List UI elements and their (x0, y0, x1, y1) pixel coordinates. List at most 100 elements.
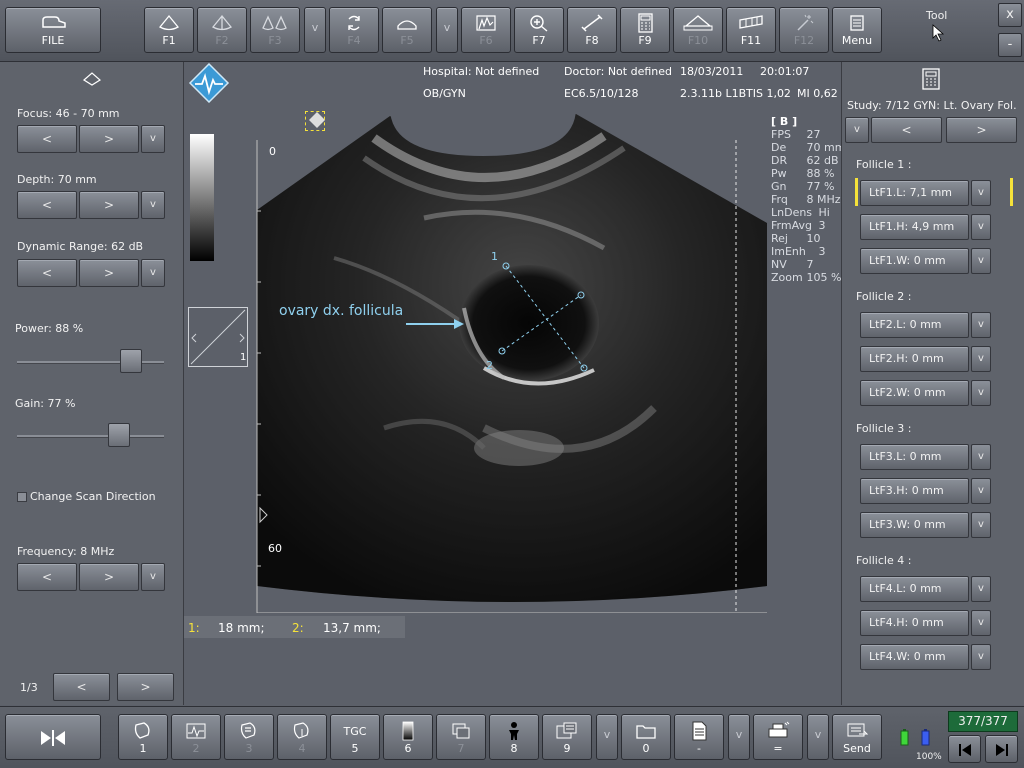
power-slider-knob[interactable] (120, 349, 142, 373)
minimize-button[interactable]: - (998, 33, 1022, 57)
f7-button[interactable]: F7 (514, 7, 564, 53)
f3-options-button[interactable]: v (304, 7, 326, 53)
param-row: LnDens Hi (771, 206, 845, 219)
dynrange-next-button[interactable]: > (79, 259, 139, 287)
cursor-icon[interactable] (931, 24, 945, 45)
follicle-4-length-options[interactable]: v (971, 576, 991, 602)
date-info: 18/03/2011 (680, 65, 744, 78)
study-next-button[interactable]: > (946, 117, 1017, 143)
f2-button[interactable]: F2 (197, 7, 247, 53)
depth-next-button[interactable]: > (79, 191, 139, 219)
follicle-3-height-options[interactable]: v (971, 478, 991, 504)
dynrange-prev-button[interactable]: < (17, 259, 77, 287)
bottom-0-button[interactable]: 0 (621, 714, 671, 760)
follicle-4-width-options[interactable]: v (971, 644, 991, 670)
dynrange-options-button[interactable]: v (141, 259, 165, 287)
bottom-4-button[interactable]: 4 (277, 714, 327, 760)
change-direction-checkbox[interactable] (17, 492, 27, 502)
study-options-button[interactable]: v (845, 117, 869, 143)
bottom-8-button[interactable]: 8 (489, 714, 539, 760)
ultrasound-viewport[interactable] (184, 108, 840, 614)
bottom-report-options-button[interactable]: v (728, 714, 750, 760)
page-prev-button[interactable]: < (53, 673, 110, 701)
page-next-button[interactable]: > (117, 673, 174, 701)
focus-next-button[interactable]: > (79, 125, 139, 153)
cine-last-button[interactable] (985, 735, 1018, 763)
send-button[interactable]: Send (832, 714, 882, 760)
follicle-2-length-options[interactable]: v (971, 312, 991, 338)
f1-button[interactable]: F1 (144, 7, 194, 53)
follicle-1-height-options[interactable]: v (971, 214, 991, 240)
study-prev-button[interactable]: < (871, 117, 942, 143)
bottom-7-button[interactable]: 7 (436, 714, 486, 760)
menu-label: Menu (841, 34, 873, 47)
close-button[interactable]: x (998, 3, 1022, 27)
follicle-2-height-button[interactable]: LtF2.H: 0 mm (860, 346, 969, 372)
bottom-9-options-button[interactable]: v (596, 714, 618, 760)
follicle-3-length-button[interactable]: LtF3.L: 0 mm (860, 444, 969, 470)
menu-button[interactable]: Menu (832, 7, 882, 53)
f3-button[interactable]: F3 (250, 7, 300, 53)
view-orientation-box[interactable]: 1 (188, 307, 248, 367)
param-key: Frq (771, 193, 788, 206)
follicle-4-height-options[interactable]: v (971, 610, 991, 636)
cine-first-button[interactable] (948, 735, 981, 763)
depth-options-button[interactable]: v (141, 191, 165, 219)
focus-prev-button[interactable]: < (17, 125, 77, 153)
bottom-report-button[interactable]: - (674, 714, 724, 760)
freeze-button[interactable] (5, 714, 101, 760)
follicle-4-heading: Follicle 4 : (856, 554, 912, 567)
gain-slider-track[interactable] (17, 435, 164, 438)
f4-button[interactable]: F4 (329, 7, 379, 53)
f6-button[interactable]: F6 (461, 7, 511, 53)
bottom-2-button[interactable]: 2 (171, 714, 221, 760)
tgc-text: TGC (343, 724, 367, 738)
follicle-3-width-button[interactable]: LtF3.W: 0 mm (860, 512, 969, 538)
focus-options-button[interactable]: v (141, 125, 165, 153)
bottom-5-button[interactable]: TGC 5 (330, 714, 380, 760)
follicle-2-length-button[interactable]: LtF2.L: 0 mm (860, 312, 969, 338)
follicle-4-length-button[interactable]: LtF4.L: 0 mm (860, 576, 969, 602)
bottom-1-button[interactable]: 1 (118, 714, 168, 760)
menu-icon (833, 14, 881, 32)
f11-button[interactable]: F11 (726, 7, 776, 53)
f5-options-button[interactable]: v (436, 7, 458, 53)
bottom-9-button[interactable]: 9 (542, 714, 592, 760)
follicle-1-length-options[interactable]: v (971, 180, 991, 206)
f12-button[interactable]: F12 (779, 7, 829, 53)
bottom-3-button[interactable]: 3 (224, 714, 274, 760)
calculator-icon (621, 13, 669, 33)
frequency-options-button[interactable]: v (141, 563, 165, 591)
mode-label: [ B ] (771, 115, 798, 128)
bottom-6-button[interactable]: 6 (383, 714, 433, 760)
frequency-prev-button[interactable]: < (17, 563, 77, 591)
follicle-3-width-options[interactable]: v (971, 512, 991, 538)
follicle-2-height-options[interactable]: v (971, 346, 991, 372)
f8-button[interactable]: F8 (567, 7, 617, 53)
follicle-2-width-button[interactable]: LtF2.W: 0 mm (860, 380, 969, 406)
f10-button[interactable]: F10 (673, 7, 723, 53)
follicle-2-width-options[interactable]: v (971, 380, 991, 406)
follicle-1-width-options[interactable]: v (971, 248, 991, 274)
annotation-text[interactable]: ovary dx. follicula (279, 303, 403, 319)
bottom-7-label: 7 (457, 742, 465, 755)
follicle-3-length-options[interactable]: v (971, 444, 991, 470)
follicle-1-length-button[interactable]: LtF1.L: 7,1 mm (860, 180, 969, 206)
f9-button[interactable]: F9 (620, 7, 670, 53)
frequency-next-button[interactable]: > (79, 563, 139, 591)
depth-prev-button[interactable]: < (17, 191, 77, 219)
depth-label: Depth: 70 mm (17, 173, 97, 186)
gain-slider-knob[interactable] (108, 423, 130, 447)
file-button[interactable]: FILE (5, 7, 101, 53)
follicle-1-height-button[interactable]: LtF1.H: 4,9 mm (860, 214, 969, 240)
waveform-icon (172, 721, 220, 741)
bottom-print-button[interactable]: = (753, 714, 803, 760)
focus-zone-marker[interactable] (305, 111, 325, 131)
follicle-1-width-button[interactable]: LtF1.W: 0 mm (860, 248, 969, 274)
archive-icon (543, 721, 591, 741)
follicle-4-width-button[interactable]: LtF4.W: 0 mm (860, 644, 969, 670)
follicle-3-height-button[interactable]: LtF3.H: 0 mm (860, 478, 969, 504)
follicle-4-height-button[interactable]: LtF4.H: 0 mm (860, 610, 969, 636)
bottom-print-options-button[interactable]: v (807, 714, 829, 760)
f5-button[interactable]: F5 (382, 7, 432, 53)
